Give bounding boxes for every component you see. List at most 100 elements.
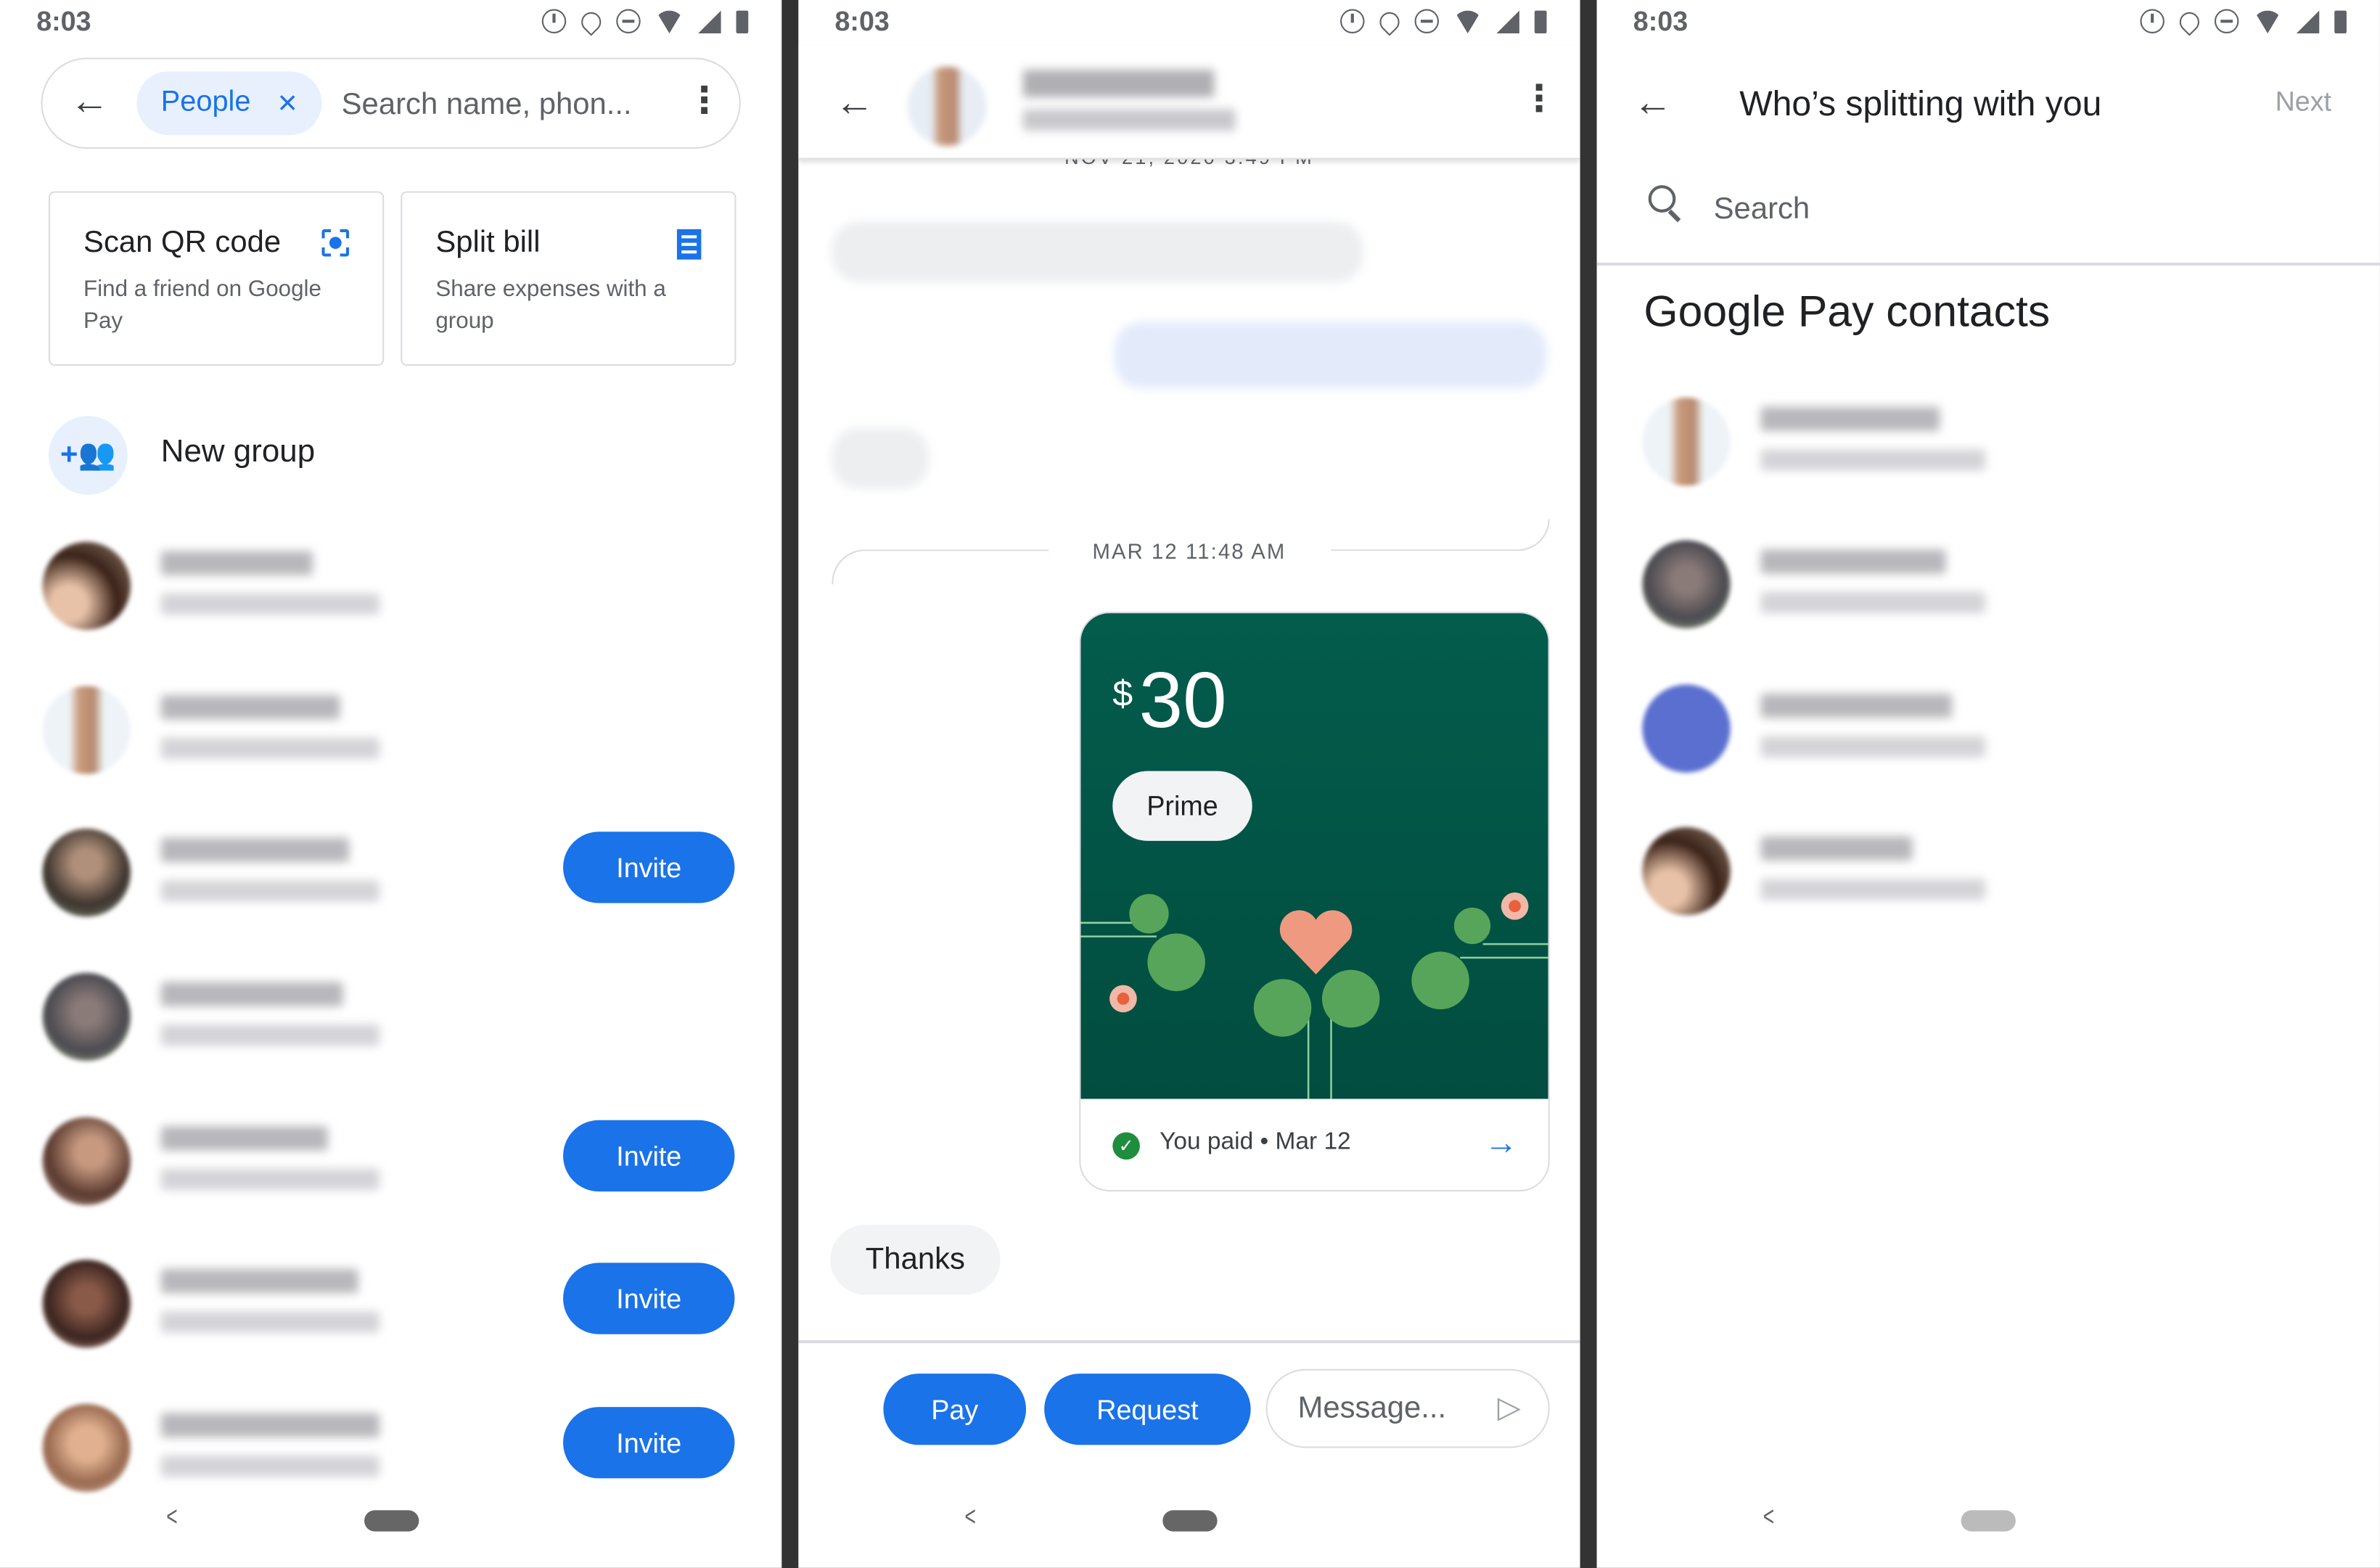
page-title: Who’s splitting with you [1739, 83, 2102, 123]
contact-avatar[interactable] [907, 67, 987, 146]
status-bar: 8:03 [0, 0, 781, 46]
next-button[interactable]: Next [2276, 86, 2331, 118]
nav-back-icon[interactable]: < [965, 1501, 976, 1533]
payment-status-row[interactable]: ✓ You paid • Mar 12 → [1080, 1099, 1548, 1190]
payment-amount: $30 [1112, 656, 1226, 747]
battery-icon [1534, 9, 1547, 33]
reply-bubble: Thanks [830, 1225, 1001, 1295]
nav-home-pill[interactable] [1162, 1510, 1218, 1532]
message-input[interactable]: Message... ▷ [1265, 1368, 1550, 1448]
contact-phone-redacted [160, 880, 379, 902]
search-input[interactable]: Search name, phon... [342, 88, 632, 123]
payment-status: You paid • Mar 12 [1160, 1129, 1351, 1155]
avatar [42, 686, 131, 774]
message-timestamp: MAR 12 11:48 AM [1092, 538, 1287, 564]
amount-value: 30 [1138, 657, 1227, 746]
card-title: Scan QR code [83, 226, 282, 260]
invite-button[interactable]: Invite [563, 1407, 735, 1479]
status-bar: 8:03 [1597, 0, 2380, 46]
more-options-icon[interactable]: ⋮ [1521, 81, 1557, 118]
more-options-icon[interactable]: ⋮ [686, 83, 722, 120]
arrow-right-icon[interactable]: → [1485, 1123, 1518, 1162]
flower-icon [1501, 892, 1529, 920]
invite-button[interactable]: Invite [563, 832, 735, 903]
divider [798, 1340, 1580, 1343]
contact-row[interactable] [1642, 540, 2355, 632]
people-screen: 8:03 ← People × Search name, phon... ⋮ S… [0, 0, 782, 1568]
contact-row[interactable] [1642, 827, 2355, 919]
contact-row[interactable] [1642, 684, 2355, 776]
avatar [42, 829, 131, 917]
contact-phone-redacted [1760, 591, 1986, 614]
back-arrow-icon[interactable]: ← [1633, 82, 1673, 121]
people-search-bar[interactable]: ← People × Search name, phon... ⋮ [41, 57, 741, 149]
divider [1596, 262, 2380, 266]
invite-button[interactable]: Invite [563, 1263, 735, 1334]
do-not-disturb-icon [1414, 9, 1440, 34]
status-time: 8:03 [834, 6, 890, 37]
scan-qr-card[interactable]: Scan QR code Find a friend on Google Pay [48, 191, 385, 366]
contact-row[interactable] [1642, 398, 2355, 489]
contact-name-redacted [160, 551, 313, 575]
invite-button[interactable]: Invite [563, 1120, 735, 1192]
split-bill-card[interactable]: Split bill Share expenses with a group [401, 191, 736, 366]
people-filter-chip[interactable]: People × [136, 71, 322, 136]
search-placeholder: Search [1713, 192, 1810, 226]
leaf [1411, 951, 1469, 1010]
contact-row[interactable] [42, 972, 756, 1064]
back-arrow-icon[interactable]: ← [834, 82, 874, 121]
new-group-label: New group [160, 434, 316, 469]
avatar [42, 1260, 131, 1348]
close-icon[interactable]: × [278, 83, 298, 123]
nav-back-icon[interactable]: < [1763, 1501, 1774, 1533]
contact-row[interactable] [42, 686, 756, 777]
wifi-icon [655, 9, 684, 33]
leaf [1129, 894, 1169, 934]
nav-home-pill[interactable] [364, 1510, 419, 1532]
do-not-disturb-icon [2214, 9, 2239, 34]
heart-icon [1279, 910, 1353, 974]
nav-home-pill[interactable] [1961, 1510, 2016, 1532]
payment-card-artwork: $30 Prime [1080, 613, 1548, 1099]
contact-name-redacted [160, 1126, 328, 1151]
contact-row[interactable] [42, 541, 756, 633]
chip-label: People [160, 86, 251, 119]
message-placeholder: Message... [1297, 1392, 1447, 1426]
check-circle-icon: ✓ [1112, 1132, 1140, 1160]
back-arrow-icon[interactable]: ← [70, 81, 109, 120]
avatar [1642, 398, 1731, 486]
request-button[interactable]: Request [1044, 1374, 1251, 1445]
section-heading: Google Pay contacts [1644, 288, 2051, 337]
card-subtitle: Find a friend on Google Pay [83, 276, 322, 334]
system-nav-bar: < [1597, 1477, 2380, 1568]
contact-phone-redacted [160, 593, 379, 615]
system-nav-bar: < [798, 1477, 1580, 1568]
contact-phone-redacted [160, 1456, 379, 1477]
payment-note: Prime [1112, 771, 1252, 841]
contact-phone-redacted [160, 1168, 379, 1190]
currency-symbol: $ [1112, 673, 1133, 715]
system-nav-bar: < [0, 1477, 781, 1568]
send-icon[interactable]: ▷ [1498, 1389, 1521, 1427]
message-bubble-redacted [832, 427, 930, 489]
status-time: 8:03 [1633, 6, 1688, 37]
message-bubble-redacted [832, 221, 1363, 283]
payment-card[interactable]: $30 Prime ✓ You paid • Mar 12 → [1079, 611, 1550, 1192]
search-icon [1648, 185, 1676, 213]
location-icon [2175, 7, 2204, 36]
screenshot-stage: 8:03 ← People × Search name, phon... ⋮ S… [0, 0, 2380, 1568]
status-time: 8:03 [36, 6, 91, 37]
split-screen: 8:03 ← Who’s splitting with you Next Sea… [1596, 0, 2380, 1568]
contact-row[interactable]: Invite [42, 829, 756, 920]
battery-icon [736, 9, 749, 33]
chat-header: ← ⋮ [798, 45, 1580, 160]
contact-phone-redacted [1760, 879, 1986, 900]
contact-name-redacted [1760, 693, 1953, 718]
contact-phone-redacted [160, 1024, 379, 1046]
contact-row[interactable]: Invite [42, 1117, 756, 1209]
contact-row[interactable]: Invite [42, 1260, 756, 1351]
nav-back-icon[interactable]: < [166, 1501, 177, 1533]
avatar [42, 541, 131, 631]
avatar [1642, 827, 1731, 916]
pay-button[interactable]: Pay [883, 1374, 1027, 1445]
